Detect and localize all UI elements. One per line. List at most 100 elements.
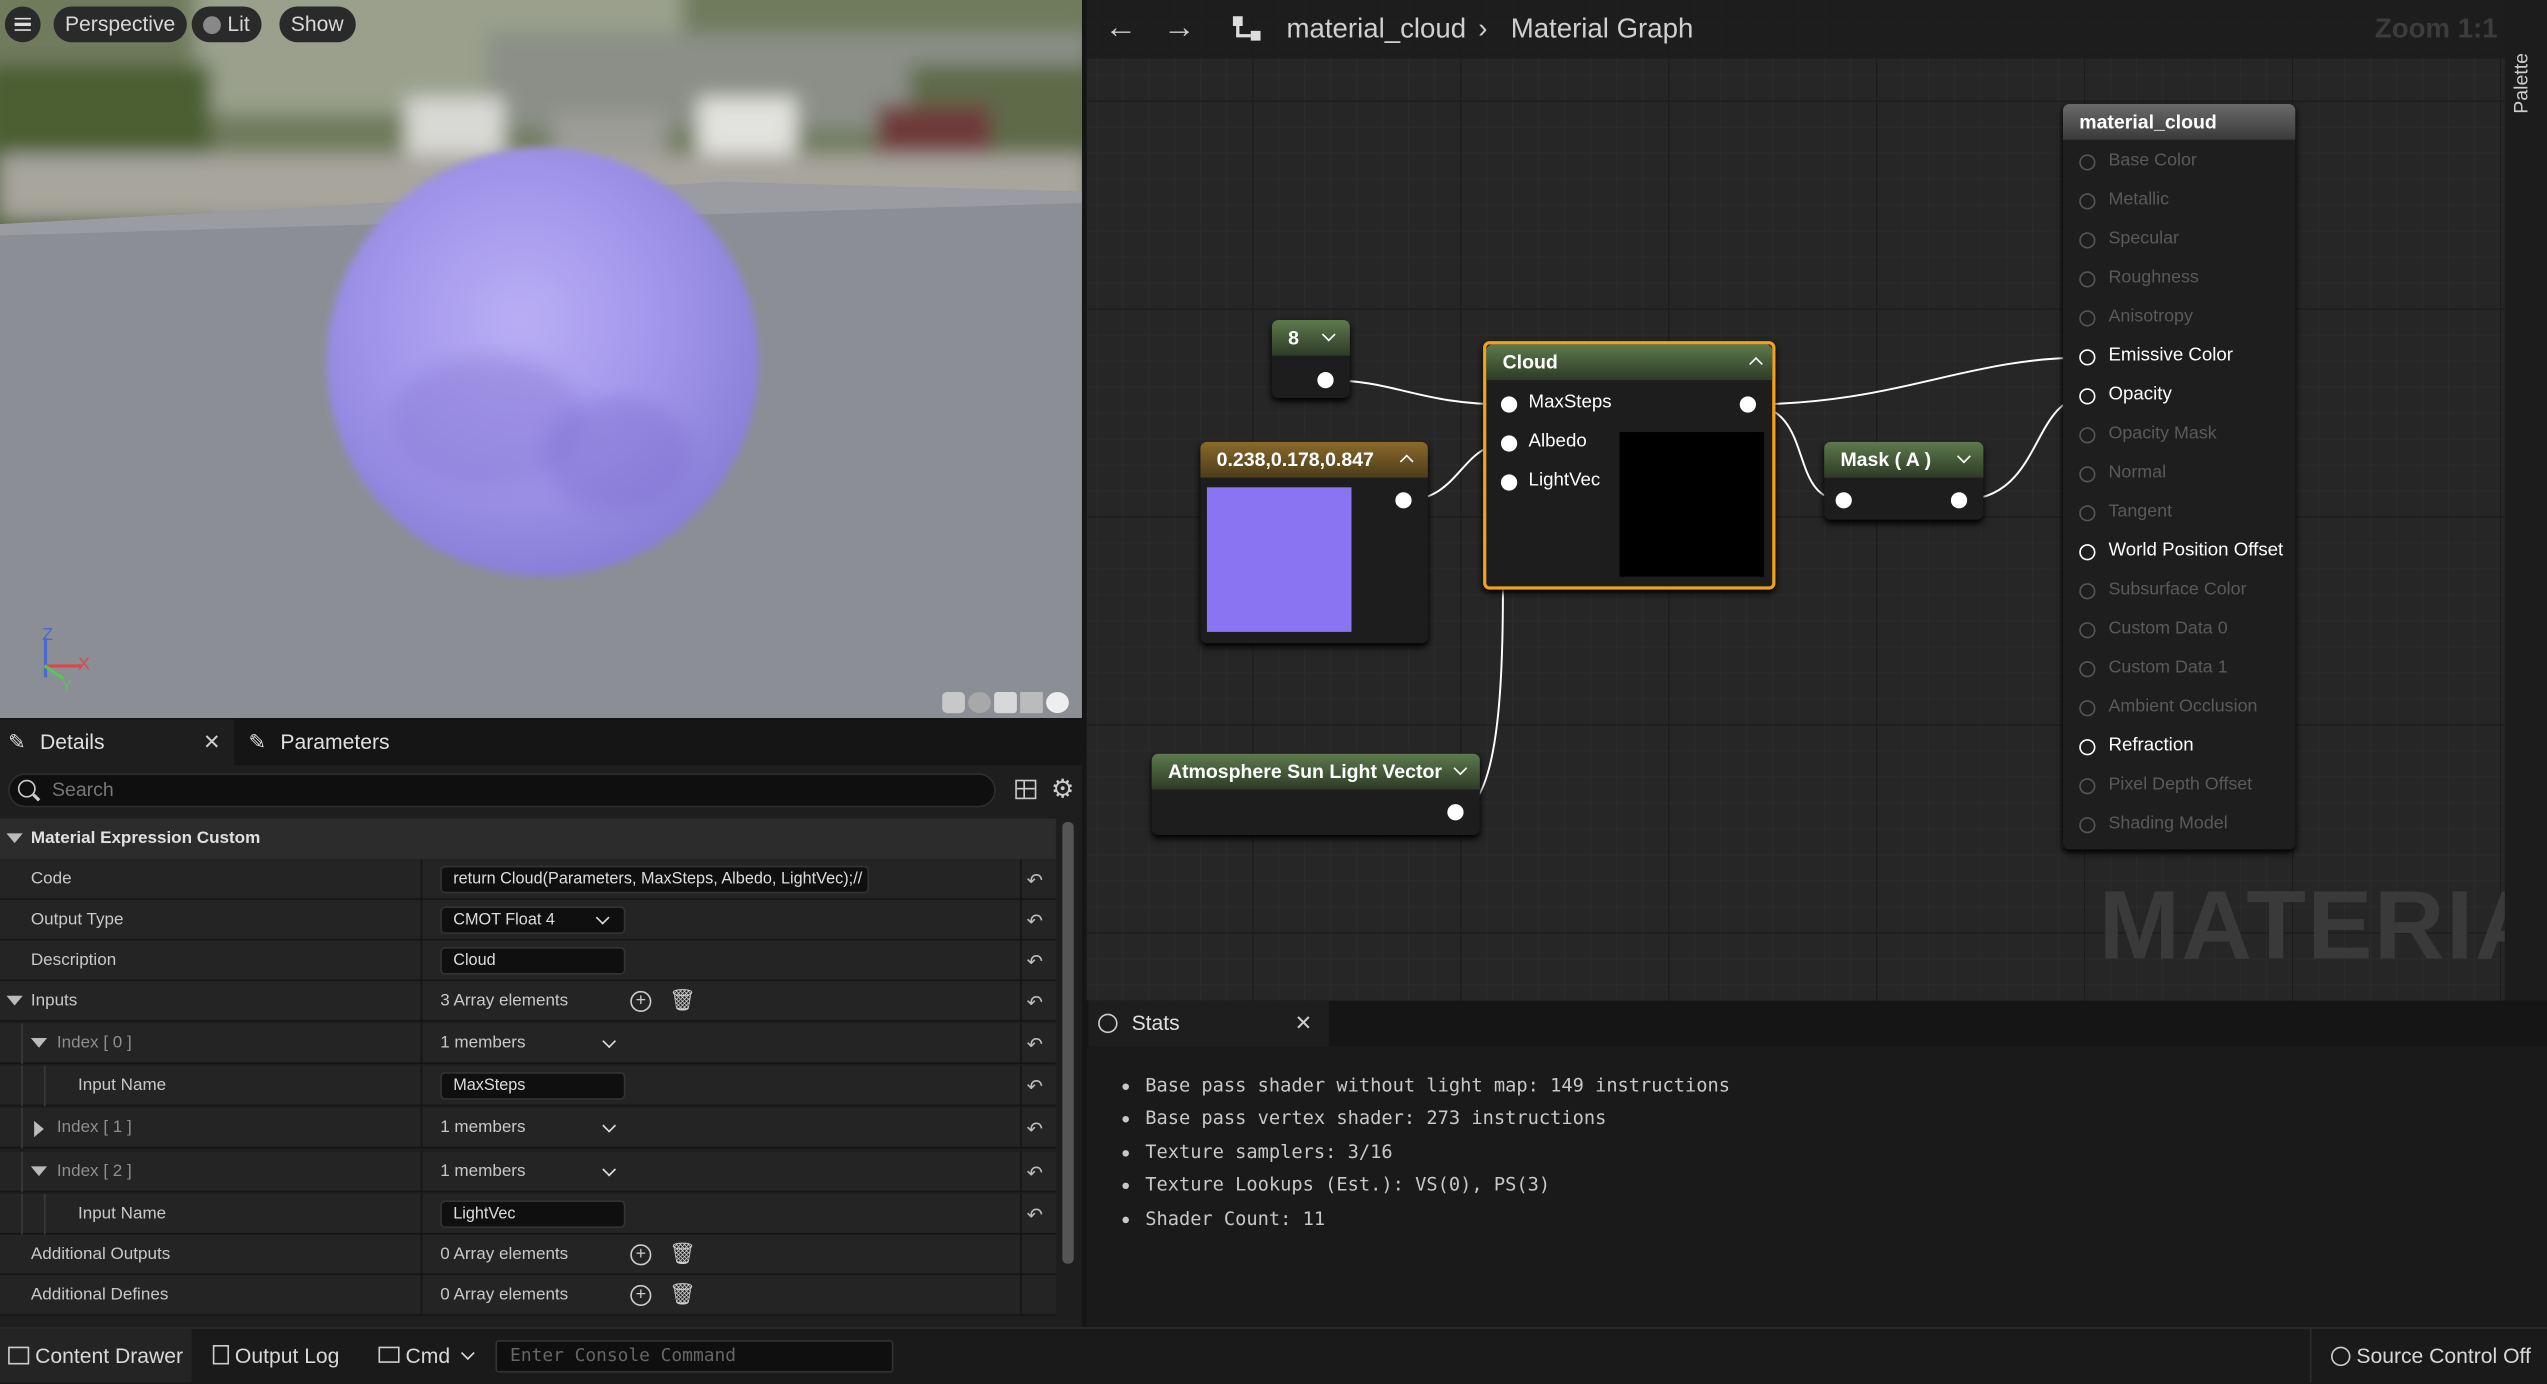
result-pin-9[interactable] [2079,505,2096,522]
result-pin-4[interactable] [2079,310,2096,327]
chevron-down-icon[interactable] [602,1118,617,1133]
chevron-down-icon[interactable] [30,1166,48,1177]
result-pin-15[interactable] [2079,739,2096,756]
result-pin-13[interactable] [2079,661,2096,678]
breadcrumb-root[interactable]: material_cloud [1287,13,1467,45]
table-view-icon[interactable] [1015,779,1037,800]
node-mask-output-pin[interactable] [1950,492,1968,509]
console-command-input[interactable]: Enter Console Command [495,1340,894,1373]
back-arrow-icon[interactable]: ← [1105,10,1137,47]
chevron-down-icon[interactable] [1957,449,1971,464]
perspective-button[interactable]: Perspective [53,6,187,43]
source-control-button[interactable]: Source Control Off [2309,1328,2547,1383]
result-pin-12[interactable] [2079,622,2096,639]
close-icon[interactable]: ✕ [203,720,221,765]
details-search-input[interactable]: Search [8,773,996,808]
node-vector-constant-output-pin[interactable] [1395,492,1412,509]
chevron-right-icon[interactable] [34,1120,44,1138]
node-vector-constant-header[interactable]: 0.238,0.178,0.847 [1200,441,1428,478]
reset-icon[interactable]: ↶ [1027,950,1043,973]
preview-cylinder-icon[interactable] [942,691,965,714]
gear-icon[interactable]: ⚙ [1051,773,1074,805]
result-pin-10[interactable] [2079,544,2096,561]
palette-tab[interactable]: Palette [2510,53,2533,114]
level-viewport[interactable]: Perspective Lit Show Z X Y [0,0,1082,718]
material-graph[interactable]: ← → material_cloud › Material Graph Zoom… [1086,0,2547,1001]
add-element-icon[interactable]: + [630,1244,652,1266]
close-icon[interactable]: ✕ [1295,1001,1313,1046]
trash-icon[interactable]: 🗑 [669,1241,696,1267]
reset-icon[interactable]: ↶ [1027,869,1043,892]
result-pin-1[interactable] [2079,193,2096,210]
section-header[interactable]: Material Expression Custom [0,818,1056,860]
node-custom-cloud[interactable]: Cloud MaxSteps Albedo LightVec [1483,341,1776,590]
result-pin-2[interactable] [2079,232,2096,249]
result-pin-0[interactable] [2079,154,2096,171]
node-constant[interactable]: 8 [1271,320,1350,398]
pin-maxsteps[interactable] [1500,396,1518,413]
node-custom-cloud-header[interactable]: Cloud [1486,344,1773,381]
tab-stats[interactable]: Stats ✕ [1088,1000,1329,1047]
node-atmosphere-sun-light-vector[interactable]: Atmosphere Sun Light Vector [1151,753,1480,835]
node-material-result-header[interactable]: material_cloud [2062,103,2296,140]
node-constant-header[interactable]: 8 [1271,320,1350,356]
lit-button[interactable]: Lit [191,6,262,43]
pin-lightvec[interactable] [1500,474,1518,491]
trash-icon[interactable]: 🗑 [669,1282,696,1308]
result-pin-6[interactable] [2079,388,2096,405]
content-drawer-button[interactable]: Content Drawer [0,1328,192,1383]
node-mask-header[interactable]: Mask ( A ) [1824,441,1984,478]
input-name-2-field[interactable]: LightVec [440,1200,626,1229]
node-mask-input-pin[interactable] [1835,492,1852,509]
chevron-down-icon[interactable] [1321,327,1336,342]
tab-parameters[interactable]: ✎ Parameters [249,720,460,765]
viewport-menu-button[interactable] [4,6,41,43]
pin-albedo[interactable] [1500,435,1518,452]
result-pin-8[interactable] [2079,466,2096,483]
output-type-dropdown[interactable]: CMOT Float 4 [440,906,626,935]
node-constant-output-pin[interactable] [1317,371,1334,389]
reset-icon[interactable]: ↶ [1027,1033,1043,1056]
preview-teapot-icon[interactable] [1046,691,1069,714]
result-pin-14[interactable] [2079,700,2096,717]
chevron-down-icon[interactable] [6,995,23,1006]
trash-icon[interactable]: 🗑 [669,988,696,1014]
result-pin-17[interactable] [2079,817,2096,834]
description-field[interactable]: Cloud [440,947,626,975]
reset-icon[interactable]: ↶ [1027,1161,1043,1184]
reset-icon[interactable]: ↶ [1027,1118,1043,1141]
chevron-down-icon[interactable] [30,1037,48,1048]
chevron-down-icon[interactable] [602,1034,617,1049]
chevron-up-icon[interactable] [1749,356,1763,371]
reset-icon[interactable]: ↶ [1027,991,1043,1014]
output-log-button[interactable]: Output Log [198,1329,357,1383]
node-atmosphere-output-pin[interactable] [1447,804,1464,821]
details-scrollbar[interactable] [1062,821,1074,1264]
chevron-up-icon[interactable] [1399,454,1414,469]
result-pin-5[interactable] [2079,349,2096,366]
reset-icon[interactable]: ↶ [1027,1075,1043,1098]
reset-icon[interactable]: ↶ [1027,910,1043,933]
node-vector-constant[interactable]: 0.238,0.178,0.847 [1200,441,1428,644]
add-element-icon[interactable]: + [630,990,652,1013]
reset-icon[interactable]: ↶ [1027,1204,1043,1227]
chevron-down-icon[interactable] [602,1162,617,1177]
result-pin-16[interactable] [2079,778,2096,795]
palette-sidebar[interactable]: Palette [2504,0,2547,1001]
preview-cube-icon[interactable] [1020,691,1043,714]
show-button[interactable]: Show [279,6,355,43]
result-pin-7[interactable] [2079,427,2096,444]
node-material-result[interactable]: material_cloud Base Color Metallic Specula… [2062,103,2296,850]
cmd-dropdown[interactable]: Cmd [367,1329,484,1383]
preview-plane-icon[interactable] [994,691,1017,714]
code-field[interactable]: return Cloud(Parameters, MaxSteps, Albed… [440,865,870,894]
node-custom-cloud-output-pin[interactable] [1739,396,1756,413]
node-mask[interactable]: Mask ( A ) [1824,441,1984,520]
result-pin-3[interactable] [2079,271,2096,288]
preview-sphere-icon[interactable] [968,691,991,714]
add-element-icon[interactable]: + [630,1284,652,1307]
node-atmosphere-header[interactable]: Atmosphere Sun Light Vector [1151,753,1480,790]
input-name-0-field[interactable]: MaxSteps [440,1072,626,1100]
forward-arrow-icon[interactable]: → [1163,10,1195,47]
tab-details[interactable]: ✎ Details ✕ [0,719,234,766]
